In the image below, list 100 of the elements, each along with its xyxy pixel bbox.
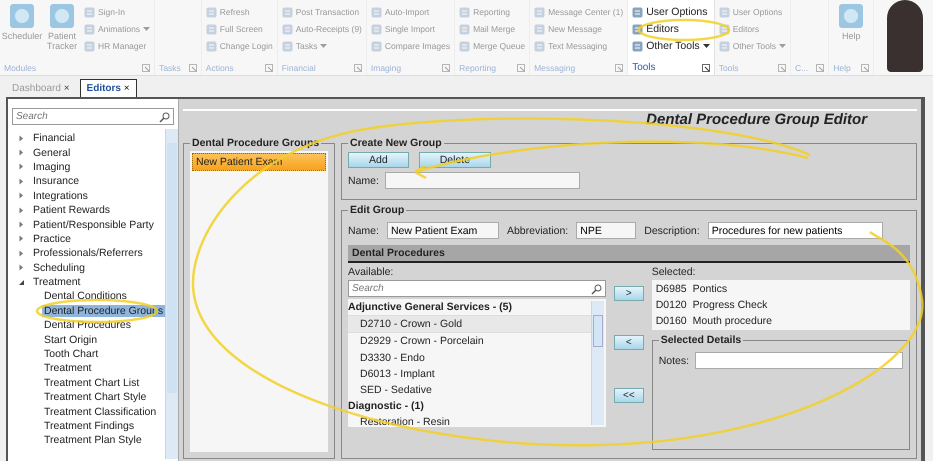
tree-item[interactable]: Treatment bbox=[31, 276, 82, 288]
action-button[interactable]: Add bbox=[348, 152, 409, 168]
expand-icon[interactable] bbox=[18, 235, 25, 242]
tree-item[interactable]: Financial bbox=[31, 132, 78, 144]
group-label: Actions bbox=[206, 62, 234, 72]
close-button[interactable]: × bbox=[124, 83, 130, 94]
expand-icon[interactable] bbox=[18, 264, 25, 272]
app-icon bbox=[459, 24, 470, 34]
app-icon bbox=[370, 40, 382, 52]
expand-icon[interactable] bbox=[18, 206, 25, 214]
tree-item[interactable]: Patient/Responsible Party bbox=[31, 218, 156, 231]
tree-item[interactable]: Practice bbox=[31, 232, 73, 245]
text-field[interactable]: New Patient Exam bbox=[386, 222, 499, 239]
tree-item[interactable]: Scheduling bbox=[31, 262, 87, 274]
group-label: Tasks bbox=[159, 62, 181, 72]
app-icon bbox=[206, 6, 217, 18]
list-item[interactable]: New Patient Exam bbox=[192, 153, 326, 171]
app-icon bbox=[370, 6, 382, 18]
tree-item[interactable]: Integrations bbox=[31, 190, 90, 202]
tree-item[interactable]: Patient Rewards bbox=[31, 204, 112, 216]
close-button[interactable]: × bbox=[64, 83, 70, 94]
tree-item[interactable]: Treatment Plan Style bbox=[42, 434, 144, 446]
app-icon bbox=[206, 24, 217, 34]
expand-icon[interactable] bbox=[18, 163, 25, 170]
app-icon bbox=[84, 40, 95, 52]
expand-icon[interactable] bbox=[18, 250, 25, 257]
tree-item[interactable]: Dental Procedures bbox=[42, 319, 133, 332]
app-icon bbox=[84, 24, 95, 34]
app-icon bbox=[459, 40, 470, 52]
tree-item[interactable]: Treatment Findings bbox=[42, 420, 136, 432]
text-field[interactable]: Procedures for new patients bbox=[708, 222, 883, 239]
move-button[interactable]: < bbox=[614, 335, 644, 350]
ribbon-button[interactable]: User Options bbox=[632, 5, 710, 19]
ribbon-button[interactable]: Other Tools bbox=[632, 39, 710, 53]
app-icon bbox=[282, 6, 293, 18]
field-label: Abbreviation: bbox=[506, 224, 568, 236]
app-icon bbox=[718, 6, 730, 18]
list-item[interactable]: D2929 - Crown - Porcelain bbox=[348, 333, 591, 350]
notes-field[interactable] bbox=[695, 352, 904, 369]
group-label: Reporting bbox=[459, 62, 496, 72]
search-icon bbox=[591, 284, 602, 295]
app-icon bbox=[206, 40, 217, 52]
panel-title: Selected Details bbox=[660, 334, 742, 346]
tree-item[interactable]: Treatment bbox=[42, 362, 94, 374]
tree-item[interactable]: Treatment Chart Style bbox=[42, 391, 148, 404]
group-label: Modules bbox=[4, 62, 36, 72]
photo-placeholder bbox=[887, 0, 923, 72]
tree-item[interactable]: Imaging bbox=[31, 160, 72, 173]
ribbon-button[interactable]: Editors bbox=[632, 22, 710, 36]
app-icon bbox=[282, 40, 293, 52]
field-label: Name: bbox=[348, 174, 379, 186]
list-item[interactable]: D3330 - Endo bbox=[348, 350, 591, 366]
tree-item[interactable]: Treatment Chart List bbox=[42, 376, 142, 389]
text-field[interactable]: NPE bbox=[576, 222, 636, 239]
field-label: Notes: bbox=[658, 354, 690, 366]
expand-icon[interactable] bbox=[18, 192, 25, 200]
tab[interactable]: Editors × bbox=[80, 79, 137, 97]
expand-icon[interactable] bbox=[18, 149, 25, 156]
list-item[interactable]: D2710 - Crown - Gold bbox=[348, 315, 591, 334]
move-button[interactable]: << bbox=[614, 388, 644, 403]
group-label: C... bbox=[795, 62, 808, 72]
tree-item[interactable]: Start Origin bbox=[42, 334, 100, 346]
tree-item[interactable]: Insurance bbox=[31, 175, 82, 188]
expand-icon[interactable] bbox=[18, 134, 25, 142]
tab[interactable]: Dashboard × bbox=[6, 80, 76, 97]
tree-item[interactable]: Tooth Chart bbox=[42, 348, 100, 360]
procedure-name: Mouth procedure bbox=[692, 315, 772, 327]
field-label: Name: bbox=[348, 224, 379, 236]
move-button[interactable]: > bbox=[614, 286, 644, 301]
list-item[interactable]: D6013 - Implant bbox=[348, 366, 591, 382]
group-label: Tools bbox=[718, 62, 739, 72]
category-header: Diagnostic - (1) bbox=[348, 399, 425, 414]
panel-title: Edit Group bbox=[349, 204, 406, 216]
field-label: Description: bbox=[644, 224, 700, 236]
app-icon bbox=[718, 24, 730, 34]
scrollbar[interactable] bbox=[165, 129, 178, 459]
tree-item[interactable]: Professionals/Referrers bbox=[31, 247, 145, 260]
procedure-name: Pontics bbox=[692, 283, 728, 295]
name-field[interactable] bbox=[384, 172, 580, 189]
collapse-icon[interactable] bbox=[18, 278, 25, 286]
tree-item[interactable]: Treatment Classification bbox=[42, 406, 158, 418]
app-icon bbox=[9, 3, 35, 29]
scrollbar[interactable] bbox=[591, 301, 604, 425]
panel-title: Create New Group bbox=[349, 137, 443, 149]
section-header: Dental Procedures bbox=[348, 245, 910, 263]
procedure-code: D0160 bbox=[656, 315, 687, 327]
launcher-icon[interactable] bbox=[702, 64, 710, 72]
group-label: Financial bbox=[282, 62, 316, 72]
search-field[interactable]: Search bbox=[12, 108, 174, 125]
expand-icon[interactable] bbox=[18, 178, 25, 185]
app-icon bbox=[534, 6, 546, 18]
app-icon bbox=[534, 24, 546, 34]
search-field[interactable]: Search bbox=[348, 280, 606, 297]
expand-icon[interactable] bbox=[18, 221, 25, 228]
app-icon bbox=[632, 6, 644, 18]
list-item[interactable]: SED - Sedative bbox=[348, 382, 591, 398]
procedure-code: D0120 bbox=[656, 299, 687, 311]
category-header: Adjunctive General Services - (5) bbox=[348, 300, 513, 315]
search-icon bbox=[159, 112, 170, 123]
tree-item[interactable]: General bbox=[31, 146, 72, 159]
